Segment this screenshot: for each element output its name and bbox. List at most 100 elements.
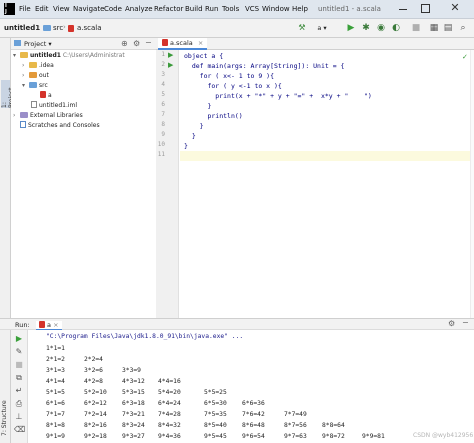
close-icon[interactable]: ✕ [448, 1, 462, 15]
run-config-selector[interactable]: a ▾ [312, 22, 332, 34]
pin-icon[interactable]: ⊥ [14, 412, 24, 421]
console-cell: 3*1=3 [46, 367, 65, 374]
editor-tab-a-scala[interactable]: a.scala × [158, 38, 208, 50]
console-cell: 1*1=1 [46, 345, 65, 352]
scala-object-icon [40, 91, 46, 98]
tree-item-external-libraries[interactable]: › External Libraries [13, 111, 83, 121]
line-number: 11 [157, 151, 165, 158]
console-cell: 5*4=20 [158, 389, 181, 396]
menu-run[interactable]: Run [205, 5, 218, 13]
menu-refactor[interactable]: Refactor [154, 5, 183, 13]
editor-scrollbar[interactable] [470, 50, 474, 318]
menu-help[interactable]: Help [292, 5, 308, 13]
code-line: } [184, 102, 212, 110]
console-cell: 7*6=42 [242, 411, 265, 418]
restore-layout-icon[interactable]: ⧉ [14, 373, 24, 382]
breadcrumb-file[interactable]: a.scala [77, 24, 102, 32]
console-cell: 8*5=40 [204, 422, 227, 429]
collapse-arrow-icon[interactable]: › [22, 71, 29, 81]
menu-tools[interactable]: Tools [222, 5, 239, 13]
run-icon[interactable]: ▶ [345, 22, 357, 34]
console-cell: 8*2=16 [84, 422, 107, 429]
console-output[interactable]: "C:\Program Files\Java\jdk1.8.0_91\bin\j… [28, 330, 474, 443]
expand-arrow-icon[interactable]: ▾ [13, 51, 20, 61]
console-cell: 6*4=24 [158, 400, 181, 407]
code-line: } [184, 142, 188, 150]
trash-icon[interactable]: ⌫ [14, 425, 25, 434]
collapse-arrow-icon[interactable]: › [22, 61, 29, 71]
menu-vcs[interactable]: VCS [245, 5, 259, 13]
menu-window[interactable]: Window [262, 5, 290, 13]
console-cell: 6*3=18 [122, 400, 145, 407]
menu-analyze[interactable]: Analyze [125, 5, 153, 13]
settings-gear-icon[interactable]: ⚙ [448, 319, 455, 328]
hide-icon[interactable]: − [145, 38, 152, 47]
structure-tool-tab[interactable]: 7: Structure [1, 398, 10, 436]
hide-icon[interactable]: − [462, 318, 469, 327]
profile-icon[interactable]: ◐ [390, 22, 402, 34]
run-gutter-icon[interactable]: ▶ [168, 61, 173, 69]
editor-tab-bar: a.scala × [156, 38, 474, 50]
close-tab-icon[interactable]: × [198, 39, 203, 47]
stop-icon[interactable]: ■ [14, 360, 24, 369]
soft-wrap-icon[interactable]: ↵ [14, 386, 24, 395]
line-number: 2 [161, 61, 165, 68]
file-icon [31, 101, 37, 108]
console-cell: 2*1=2 [46, 356, 65, 363]
code-line: } [184, 132, 196, 140]
print-icon[interactable]: ⎙ [14, 399, 24, 408]
code-editor[interactable]: object a { def main(args: Array[String])… [180, 50, 470, 318]
editor-gutter: 1 2 3 4 5 6 7 8 9 10 11 ▶ ▶ [156, 50, 179, 318]
menu-code[interactable]: Code [104, 5, 122, 13]
console-cell: 9*6=54 [242, 433, 265, 440]
tree-item-iml[interactable]: untitled1.iml [31, 101, 77, 111]
settings-gear-icon[interactable]: ⚙ [133, 39, 140, 48]
expand-arrow-icon[interactable]: ▾ [22, 81, 29, 91]
tree-item-a[interactable]: a [40, 91, 52, 101]
tree-item-idea[interactable]: › .idea [22, 61, 54, 71]
breadcrumb-src[interactable]: src [53, 24, 63, 32]
minimize-icon[interactable] [398, 3, 408, 15]
inspection-ok-icon[interactable]: ✓ [462, 53, 468, 61]
run-panel-header: Run: a × ⚙ − [0, 318, 474, 331]
stop-icon[interactable]: ■ [410, 22, 422, 34]
locate-icon[interactable]: ⊕ [121, 39, 128, 48]
console-cell: 4*3=12 [122, 378, 145, 385]
maximize-icon[interactable] [421, 4, 430, 13]
build-hammer-icon[interactable]: ⚒ [296, 22, 308, 34]
debug-icon[interactable]: ✱ [360, 22, 372, 34]
run-gutter-icon[interactable]: ▶ [168, 51, 173, 59]
breadcrumb-project[interactable]: untitled1 [4, 24, 40, 32]
project-view-selector[interactable]: Project ▾ [24, 40, 52, 48]
menu-file[interactable]: File [19, 5, 31, 13]
console-cell: 9*8=72 [322, 433, 345, 440]
sdk-icon[interactable]: ▤ [442, 22, 454, 34]
collapse-arrow-icon[interactable]: › [13, 111, 20, 121]
menu-build[interactable]: Build [185, 5, 203, 13]
rerun-icon[interactable]: ▶ [14, 334, 24, 343]
console-cell: 5*3=15 [122, 389, 145, 396]
wrench-icon[interactable]: ✎ [14, 347, 24, 356]
console-cell: 8*3=24 [122, 422, 145, 429]
tree-item-out[interactable]: › out [22, 71, 49, 81]
watermark: CSDN @wyb412956 [413, 432, 474, 439]
menu-edit[interactable]: Edit [35, 5, 49, 13]
close-tab-icon[interactable]: × [53, 321, 58, 329]
tree-item-src[interactable]: ▾ src [22, 81, 48, 91]
project-structure-icon[interactable]: ▦ [428, 22, 440, 34]
console-cell: 4*4=16 [158, 378, 181, 385]
console-cell: 5*2=10 [84, 389, 107, 396]
code-line: } [184, 122, 204, 130]
code-line: for ( x<- 1 to 9 ){ [184, 72, 275, 80]
tree-item-scratches[interactable]: Scratches and Consoles [20, 121, 100, 131]
navigation-bar: untitled1 › src › a.scala ⚒ a ▾ ▶ ✱ ◉ ◐ … [0, 19, 474, 38]
search-icon[interactable]: ⌕ [457, 22, 469, 34]
menu-navigate[interactable]: Navigate [73, 5, 104, 13]
tree-item-project-root[interactable]: ▾ untitled1 C:\Users\Administrat [13, 51, 125, 61]
console-cell: 5*5=25 [204, 389, 227, 396]
console-cell: 6*6=36 [242, 400, 265, 407]
line-number: 9 [161, 131, 165, 138]
coverage-icon[interactable]: ◉ [375, 22, 387, 34]
project-tool-tab[interactable]: 1: Project [1, 80, 15, 108]
menu-view[interactable]: View [53, 5, 70, 13]
